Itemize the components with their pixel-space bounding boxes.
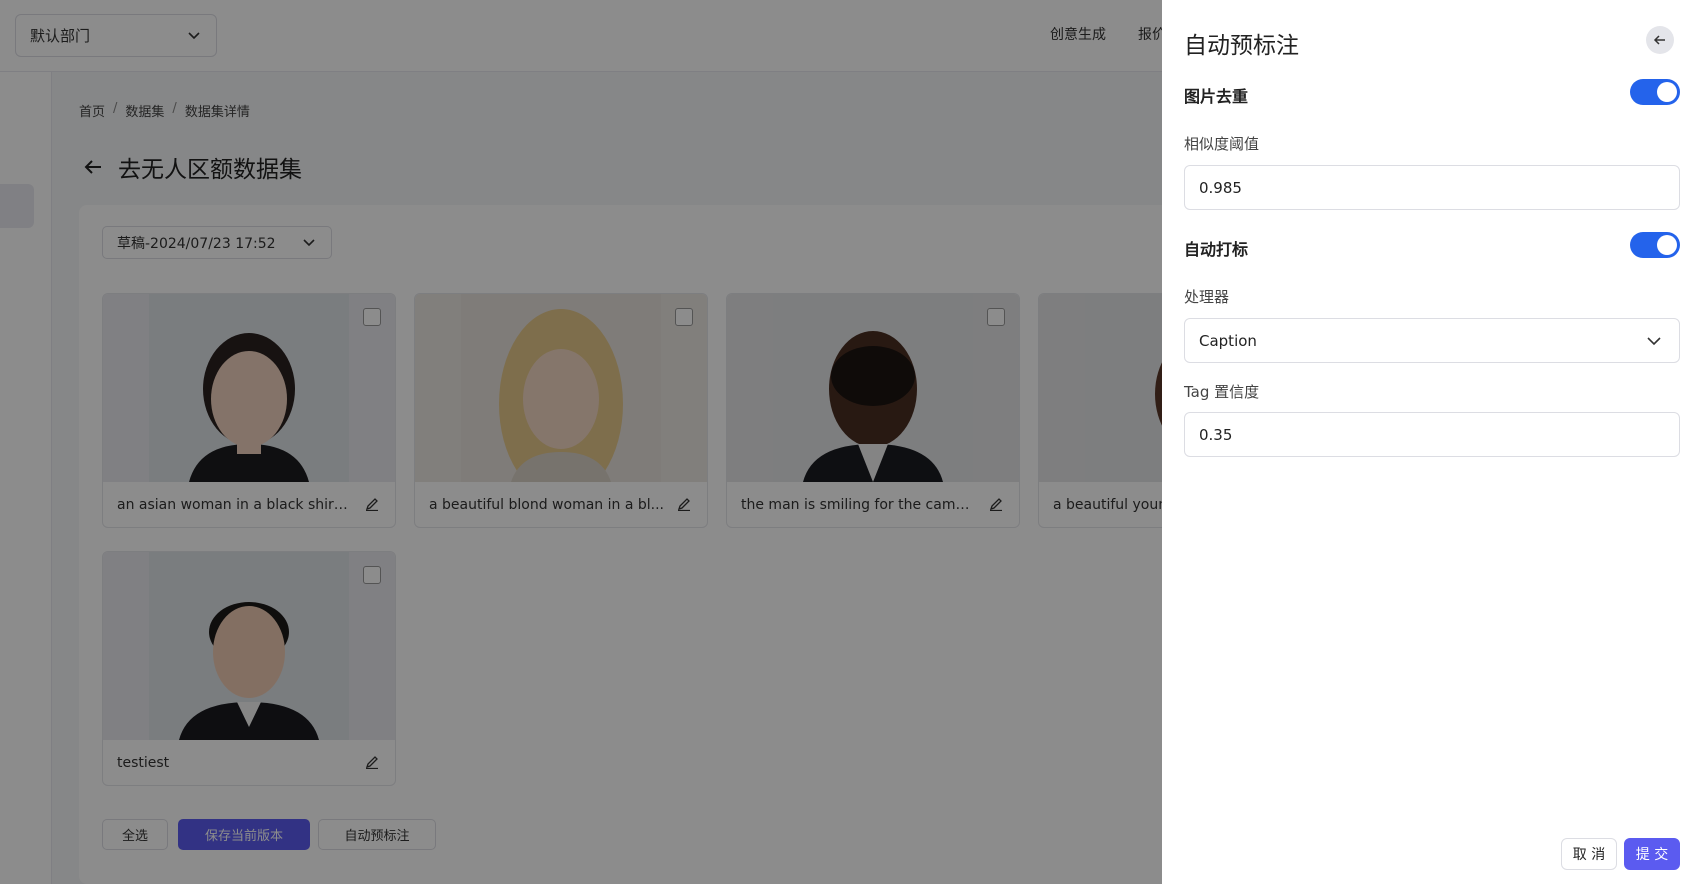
- processor-value: Caption: [1199, 331, 1257, 350]
- drawer-title: 自动预标注: [1184, 33, 1299, 59]
- toggle-knob: [1657, 82, 1677, 102]
- dedup-toggle[interactable]: [1630, 79, 1680, 105]
- auto-tag-section-title: 自动打标: [1184, 240, 1249, 259]
- threshold-label: 相似度阈值: [1184, 135, 1260, 153]
- threshold-value: 0.985: [1199, 178, 1242, 197]
- submit-button[interactable]: 提 交: [1624, 838, 1680, 870]
- threshold-input[interactable]: 0.985: [1184, 165, 1680, 210]
- confidence-value: 0.35: [1199, 425, 1233, 444]
- auto-prelabel-drawer: 自动预标注 图片去重 相似度阈值 0.985 自动打标 处理器 Caption …: [1162, 0, 1702, 884]
- drawer-back-button[interactable]: [1646, 26, 1674, 54]
- confidence-label: Tag 置信度: [1184, 383, 1260, 401]
- cancel-button[interactable]: 取 消: [1561, 838, 1617, 870]
- auto-tag-toggle[interactable]: [1630, 232, 1680, 258]
- chevron-down-icon: [1647, 337, 1661, 346]
- confidence-input[interactable]: 0.35: [1184, 412, 1680, 457]
- processor-label: 处理器: [1184, 288, 1230, 306]
- arrow-left-icon: [1653, 35, 1665, 45]
- dedup-section-title: 图片去重: [1184, 87, 1249, 106]
- processor-select[interactable]: Caption: [1184, 318, 1680, 363]
- toggle-knob: [1657, 235, 1677, 255]
